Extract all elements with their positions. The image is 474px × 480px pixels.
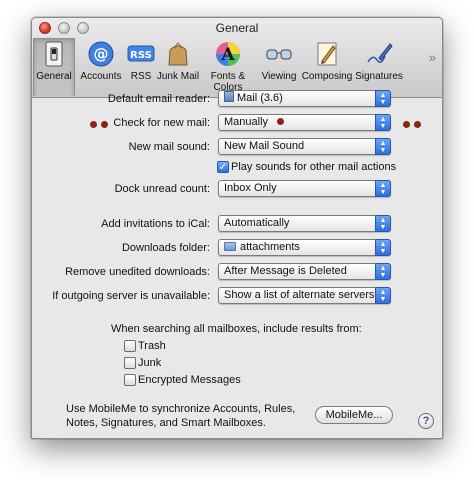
outgoing-server-value: Show a list of alternate servers (224, 289, 375, 301)
svg-text:A: A (220, 45, 235, 65)
mobileme-text-line2: Notes, Signatures, and Smart Mailboxes. (66, 417, 266, 429)
tab-signatures[interactable]: Signatures (354, 38, 404, 96)
default-reader-value: Mail (3.6) (237, 92, 283, 104)
dock-unread-label: Dock unread count: (114, 183, 210, 195)
tab-rss-label: RSS (130, 71, 152, 82)
play-sounds-checkbox[interactable]: ✓ (217, 161, 229, 173)
tab-general-label: General (36, 71, 72, 82)
downloads-folder-value: attachments (240, 241, 300, 253)
tab-viewing-label: Viewing (261, 71, 297, 82)
remove-downloads-label: Remove unedited downloads: (65, 266, 210, 278)
tab-accounts[interactable]: @ Accounts (76, 38, 126, 96)
tab-signatures-label: Signatures (355, 71, 403, 82)
tab-junk-mail[interactable]: Junk Mail (156, 38, 200, 96)
new-mail-sound-label: New mail sound: (128, 141, 210, 153)
annotation-dot (277, 118, 285, 125)
annotation-dot (403, 121, 410, 128)
tab-composing[interactable]: Composing (300, 38, 354, 96)
search-trash-checkbox[interactable] (124, 340, 136, 352)
popup-arrows-icon: ▲ ▼ (375, 180, 391, 197)
tab-accounts-label: Accounts (80, 71, 122, 82)
svg-text:@: @ (94, 45, 109, 63)
fonts-colors-icon: A (216, 42, 240, 66)
new-mail-sound-value: New Mail Sound (224, 140, 305, 152)
window-title: General (215, 21, 259, 35)
tab-composing-label: Composing (301, 71, 353, 82)
junk-mail-bag-icon (168, 42, 188, 66)
popup-arrows-icon: ▲ ▼ (375, 239, 391, 256)
preferences-window: General General @ Accounts RSS RSS Junk … (31, 17, 443, 439)
dock-unread-popup[interactable]: Inbox Only ▲ ▼ (218, 180, 391, 197)
tab-junk-mail-label: Junk Mail (156, 71, 200, 82)
titlebar: General General @ Accounts RSS RSS Junk … (32, 18, 442, 98)
popup-arrows-icon: ▲ ▼ (375, 215, 391, 232)
check-mail-value: Manually (224, 116, 269, 128)
search-encrypted-checkbox[interactable] (124, 374, 136, 386)
search-junk-label: Junk (138, 357, 162, 369)
popup-arrows-icon: ▲ ▼ (375, 138, 391, 155)
mail-app-icon (224, 91, 234, 102)
popup-arrows-icon: ▲ ▼ (375, 263, 391, 280)
at-sign-icon: @ (88, 41, 114, 67)
search-junk-checkbox[interactable] (124, 357, 136, 369)
tab-viewing[interactable]: Viewing (259, 38, 299, 96)
downloads-folder-label: Downloads folder: (121, 242, 210, 254)
new-mail-sound-popup[interactable]: New Mail Sound ▲ ▼ (218, 138, 391, 155)
play-sounds-label: Play sounds for other mail actions (231, 161, 397, 173)
check-mail-label: Check for new mail: (113, 117, 210, 129)
check-mail-popup[interactable]: Manually ▲ ▼ (218, 114, 391, 131)
composing-pencil-icon (317, 42, 337, 66)
remove-downloads-value: After Message is Deleted (224, 265, 347, 277)
add-invitations-popup[interactable]: Automatically ▲ ▼ (218, 215, 391, 232)
search-trash-label: Trash (138, 340, 166, 352)
preferences-toolbar: General @ Accounts RSS RSS Junk Mail A F… (32, 38, 442, 98)
help-icon[interactable]: ? (418, 413, 434, 429)
outgoing-server-label: If outgoing server is unavailable: (52, 290, 210, 302)
folder-icon (224, 242, 236, 251)
downloads-folder-popup[interactable]: attachments ▲ ▼ (218, 239, 391, 256)
viewing-glasses-icon (266, 49, 292, 60)
mobileme-text-line1: Use MobileMe to synchronize Accounts, Ru… (66, 403, 296, 415)
signature-pen-icon (367, 43, 393, 63)
popup-arrows-icon: ▲ ▼ (375, 287, 391, 304)
tab-general[interactable]: General (33, 38, 75, 96)
svg-text:RSS: RSS (130, 50, 152, 61)
outgoing-server-popup[interactable]: Show a list of alternate servers ▲ ▼ (218, 287, 391, 304)
search-encrypted-label: Encrypted Messages (138, 374, 241, 386)
add-invitations-label: Add invitations to iCal: (101, 218, 210, 230)
add-invitations-value: Automatically (224, 217, 290, 229)
mobileme-button[interactable]: MobileMe... (315, 406, 393, 424)
default-reader-popup[interactable]: Mail (3.6) ▲ ▼ (218, 90, 391, 107)
tab-rss[interactable]: RSS RSS (126, 38, 156, 96)
general-switch-icon (45, 41, 63, 67)
remove-downloads-popup[interactable]: After Message is Deleted ▲ ▼ (218, 263, 391, 280)
default-reader-label: Default email reader: (107, 93, 210, 105)
tab-fonts-colors[interactable]: A Fonts & Colors (198, 38, 258, 96)
popup-arrows-icon: ▲ ▼ (375, 90, 391, 107)
popup-arrows-icon: ▲ ▼ (375, 114, 391, 131)
dock-unread-value: Inbox Only (224, 182, 277, 194)
annotation-dot (414, 121, 421, 128)
toolbar-overflow-chevron-icon[interactable]: » (429, 50, 436, 65)
rss-badge-icon: RSS (127, 45, 155, 62)
search-heading: When searching all mailboxes, include re… (111, 323, 362, 335)
